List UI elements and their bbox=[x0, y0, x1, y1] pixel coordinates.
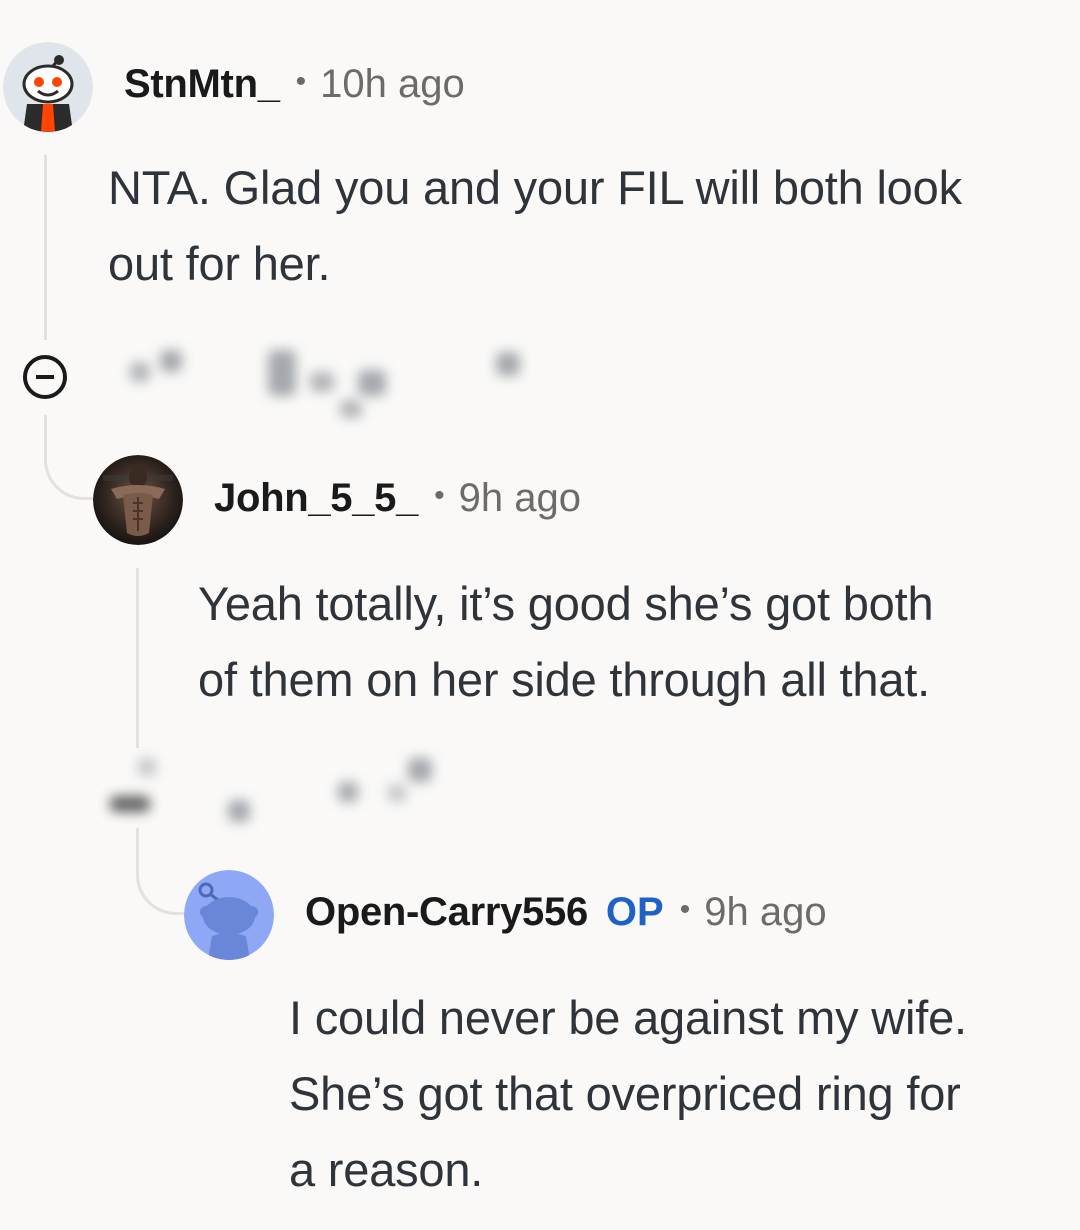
avatar[interactable] bbox=[184, 870, 274, 960]
comment-line: of them on her side through all that. bbox=[198, 653, 931, 706]
comment-header: StnMtn_ • 10h ago bbox=[124, 62, 465, 107]
photo-avatar-icon bbox=[93, 455, 183, 545]
comment-body: Yeah totally, it’s good she’s got both o… bbox=[198, 566, 934, 718]
timestamp: 10h ago bbox=[320, 62, 465, 106]
thread-line bbox=[136, 568, 139, 748]
comment-line: She’s got that overpriced ring for bbox=[289, 1067, 961, 1120]
comment-line: I could never be against my wife. bbox=[289, 991, 967, 1044]
username[interactable]: John_5_5_ bbox=[214, 476, 418, 521]
avatar[interactable] bbox=[93, 455, 183, 545]
separator-dot: • bbox=[295, 65, 307, 98]
comment-header: John_5_5_ • 9h ago bbox=[214, 476, 581, 521]
thread-line bbox=[44, 155, 47, 340]
comment-body: NTA. Glad you and your FIL will both loo… bbox=[108, 150, 962, 302]
comment-header: Open-Carry556 OP • 9h ago bbox=[305, 890, 827, 935]
collapse-thread-icon[interactable] bbox=[23, 355, 67, 399]
avatar[interactable] bbox=[3, 42, 93, 132]
username[interactable]: StnMtn_ bbox=[124, 62, 280, 107]
separator-dot: • bbox=[679, 893, 691, 926]
comment-body: I could never be against my wife. She’s … bbox=[289, 980, 967, 1208]
op-badge: OP bbox=[605, 890, 664, 934]
comment-line: out for her. bbox=[108, 237, 331, 290]
username[interactable]: Open-Carry556 bbox=[305, 890, 588, 935]
thread-branch-line bbox=[136, 828, 189, 915]
snoo-avatar-blue-icon bbox=[184, 870, 274, 960]
thread-branch-line bbox=[44, 415, 99, 500]
snoo-avatar-orange-icon bbox=[3, 42, 93, 132]
comment-line: Yeah totally, it’s good she’s got both bbox=[198, 577, 934, 630]
timestamp: 9h ago bbox=[704, 890, 827, 934]
comment-line: a reason. bbox=[289, 1143, 484, 1196]
comment-line: NTA. Glad you and your FIL will both loo… bbox=[108, 161, 962, 214]
timestamp: 9h ago bbox=[458, 476, 581, 520]
separator-dot: • bbox=[434, 479, 445, 512]
